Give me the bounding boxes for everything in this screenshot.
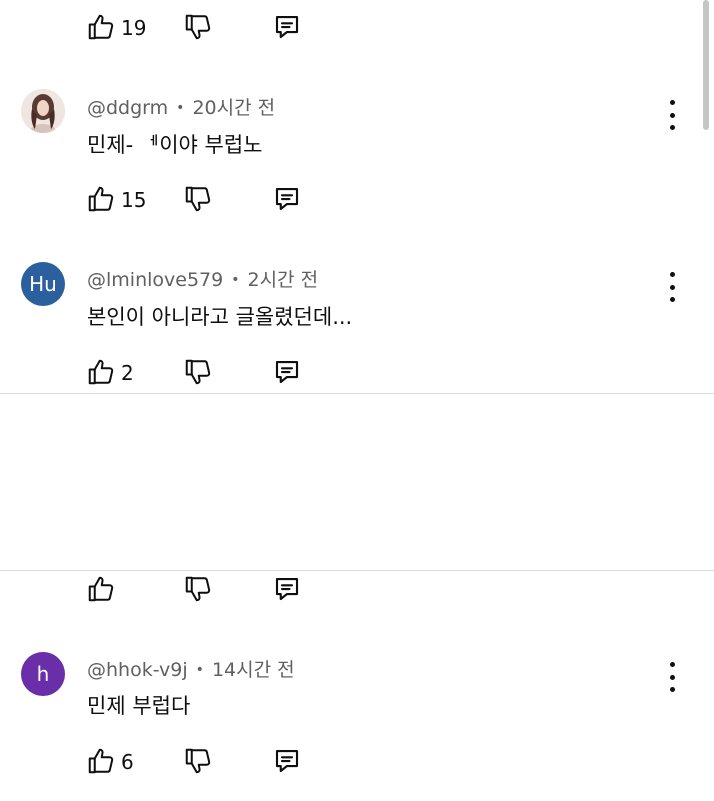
reply-button[interactable] — [270, 182, 304, 216]
thumb-down-icon — [185, 186, 211, 212]
meta-separator: • — [195, 662, 204, 678]
comment-time: 14시간 전 — [211, 659, 295, 681]
comment-text: 민제 부럽다 — [87, 694, 191, 718]
dislike-button[interactable] — [181, 572, 215, 606]
like-count: 2 — [121, 361, 134, 385]
like-button[interactable] — [84, 572, 118, 606]
thumb-up-icon — [88, 748, 114, 774]
comment-text: 민제- ᅦ이야 부럽노 — [87, 133, 263, 157]
dislike-button[interactable] — [181, 182, 215, 216]
comment-actions: 15 — [84, 182, 344, 222]
comment-time: 2시간 전 — [247, 269, 319, 291]
more-vert-icon — [669, 662, 675, 667]
meta-separator: • — [176, 100, 185, 116]
like-button[interactable] — [84, 182, 118, 216]
thumb-down-icon — [185, 748, 211, 774]
avatar[interactable] — [21, 89, 65, 133]
author-handle[interactable]: @ddgrm — [87, 97, 168, 119]
avatar-initials: Hu — [29, 272, 57, 296]
comment-text: 본인이 아니라고 글올렸던데... — [87, 305, 353, 329]
thumb-up-icon — [88, 186, 114, 212]
comment-meta: @lminlove579 • 2시간 전 — [87, 265, 318, 292]
dislike-button[interactable] — [181, 355, 215, 389]
comment-meta: @hhok-v9j • 14시간 전 — [87, 655, 295, 682]
like-count: 15 — [121, 188, 147, 212]
comment-actions: 2 — [84, 355, 344, 395]
reply-button[interactable] — [270, 10, 304, 44]
thumb-down-icon — [185, 14, 211, 40]
avatar[interactable]: Hu — [21, 262, 65, 306]
reply-icon — [275, 15, 299, 39]
divider — [0, 393, 714, 394]
avatar-initials: h — [36, 662, 50, 686]
comment-actions-partial-top: 19 — [84, 10, 344, 50]
dislike-button[interactable] — [181, 10, 215, 44]
reply-button[interactable] — [270, 355, 304, 389]
comment-meta: @ddgrm • 20시간 전 — [87, 93, 275, 120]
reply-button[interactable] — [270, 744, 304, 778]
reply-icon — [275, 577, 299, 601]
more-vert-icon — [669, 272, 675, 277]
thumb-up-icon — [88, 576, 114, 602]
divider — [0, 570, 714, 571]
reply-icon — [275, 749, 299, 773]
dislike-button[interactable] — [181, 744, 215, 778]
comment-time: 20시간 전 — [192, 97, 276, 119]
more-options-button[interactable] — [662, 100, 682, 130]
more-options-button[interactable] — [662, 662, 682, 692]
like-button[interactable] — [84, 744, 118, 778]
more-vert-icon — [669, 100, 675, 105]
more-options-button[interactable] — [662, 272, 682, 302]
like-button[interactable] — [84, 10, 118, 44]
comment-actions: 6 — [84, 744, 344, 784]
thumb-down-icon — [185, 359, 211, 385]
scrollbar[interactable] — [703, 0, 709, 130]
thumb-down-icon — [185, 576, 211, 602]
thumb-up-icon — [88, 14, 114, 40]
like-button[interactable] — [84, 355, 118, 389]
author-handle[interactable]: @lminlove579 — [87, 269, 223, 291]
profile-photo — [21, 89, 65, 133]
reply-button[interactable] — [270, 572, 304, 606]
comment-actions-partial — [84, 572, 344, 612]
thumb-up-icon — [88, 359, 114, 385]
meta-separator: • — [231, 272, 240, 288]
avatar[interactable]: h — [21, 652, 65, 696]
reply-icon — [275, 187, 299, 211]
like-count: 19 — [121, 16, 147, 40]
author-handle[interactable]: @hhok-v9j — [87, 659, 188, 681]
like-count: 6 — [121, 750, 134, 774]
reply-icon — [275, 360, 299, 384]
